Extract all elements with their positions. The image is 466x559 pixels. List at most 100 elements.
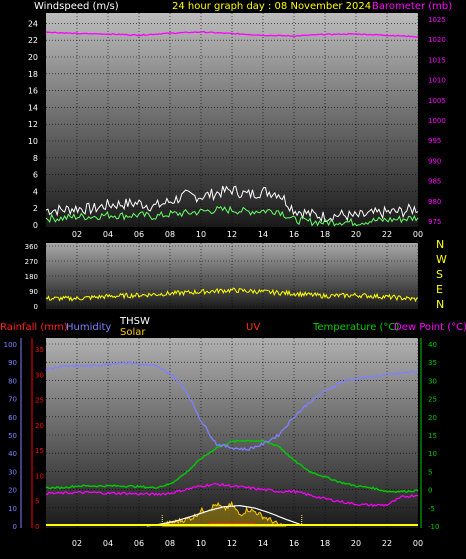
hour-tick-label: 20	[351, 230, 361, 239]
temperature-tick-label: 25	[428, 396, 437, 404]
rainfall-axis-ticks: 0 5 10 15 20 25 30 35	[31, 338, 44, 531]
hour-tick-label: 00	[413, 230, 423, 239]
rainfall-tick-label: 20	[35, 422, 44, 430]
windspeed-tick-label: 0	[33, 221, 38, 230]
hour-tick-label: 08	[165, 230, 175, 239]
humidity-tick-label: 0	[13, 523, 17, 531]
barometer-tick-label: 975	[428, 218, 441, 226]
windspeed-tick-label: 16	[28, 87, 38, 96]
humidity-axis-title: Humidity	[66, 322, 111, 333]
barometer-tick-label: 1000	[428, 117, 446, 125]
temperature-tick-label: 20	[428, 414, 437, 422]
rainfall-tick-label: 0	[35, 523, 39, 531]
rainfall-tick-label: 30	[35, 371, 44, 379]
compass-label: N	[436, 238, 444, 251]
direction-tick-label: 90	[29, 288, 38, 296]
solar-legend: Solar	[120, 327, 146, 338]
rainfall-tick-label: 5	[35, 498, 39, 506]
temperature-tick-label: -10	[428, 523, 439, 531]
hour-tick-label: 04	[103, 230, 113, 239]
humidity-tick-label: 100	[4, 341, 17, 349]
weather-graph-image: 0 2 4 6 8 10 12 14 16 18 20 22 24 975 980 985 990 995 100…	[0, 0, 466, 555]
humidity-tick-label: 80	[8, 377, 17, 385]
hour-tick-label: 10	[196, 539, 206, 548]
barometer-tick-label: 990	[428, 157, 441, 165]
barometer-tick-label: 995	[428, 137, 441, 145]
barometer-tick-label: 980	[428, 198, 441, 206]
hour-tick-label: 02	[72, 230, 82, 239]
weather-charts: 024681012141618202224 975980985990995100…	[0, 1, 466, 548]
temperature-tick-label: 10	[428, 450, 437, 458]
hour-tick-label: 12	[227, 230, 237, 239]
hour-tick-label: 22	[382, 230, 392, 239]
direction-tick-label: 0	[34, 303, 38, 311]
barometer-tick-label: 1025	[428, 16, 446, 24]
temperature-tick-label: 40	[428, 341, 437, 349]
hour-axis-ticks-bottom: 02 04 06 08 10 12 14 16 18 20 22 00	[72, 539, 423, 548]
temperature-axis-ticks: -10 -5 0 5 10 15 20 25 30 35 40	[420, 338, 439, 531]
hour-tick-label: 20	[351, 539, 361, 548]
thsw-legend: THSW	[119, 316, 150, 327]
humidity-tick-label: 20	[8, 487, 17, 495]
barometer-axis-ticks: 975 980 985 990 995 1000 1005 1010 1015 1020 1025	[428, 16, 446, 226]
windspeed-axis-ticks: 024681012141618202224	[28, 19, 38, 230]
windspeed-tick-label: 2	[33, 204, 38, 213]
temperature-tick-label: 30	[428, 377, 437, 385]
humidity-tick-label: 60	[8, 414, 17, 422]
humidity-tick-label: 10	[8, 505, 17, 513]
hour-tick-label: 14	[258, 539, 268, 548]
humidity-tick-label: 70	[8, 396, 17, 404]
hour-tick-label: 00	[413, 539, 423, 548]
hour-tick-label: 18	[320, 539, 330, 548]
windspeed-tick-label: 10	[28, 137, 38, 146]
barometer-tick-label: 1015	[428, 56, 446, 64]
windspeed-tick-label: 14	[28, 103, 38, 112]
compass-labels: NWSEN	[436, 238, 447, 311]
barometer-tick-label: 1020	[428, 36, 446, 44]
temperature-tick-label: 5	[428, 468, 432, 476]
hour-tick-label: 22	[382, 539, 392, 548]
hour-tick-label: 16	[289, 539, 299, 548]
compass-label: W	[436, 253, 447, 266]
hour-axis-ticks-top: 02 04 06 08 10 12 14 16 18 20 22 00	[72, 230, 423, 239]
windspeed-tick-label: 8	[33, 154, 38, 163]
humidity-tick-label: 50	[8, 432, 17, 440]
temperature-tick-label: 35	[428, 359, 437, 367]
humidity-axis-ticks: 0 10 20 30 40 50 60 70 80 90 100	[4, 338, 22, 531]
direction-tick-label: 360	[25, 243, 38, 251]
rainfall-tick-label: 15	[35, 447, 44, 455]
windspeed-tick-label: 18	[28, 70, 38, 79]
windspeed-tick-label: 20	[28, 53, 38, 62]
direction-axis-ticks: 0 90 180 270 360	[25, 243, 38, 311]
temperature-tick-label: 0	[428, 487, 432, 495]
compass-label: E	[436, 283, 443, 296]
windspeed-tick-label: 24	[28, 19, 38, 28]
rainfall-axis-title: Rainfall (mm)	[0, 322, 68, 333]
temperature-tick-label: 15	[428, 432, 437, 440]
dew-point-axis-title: Dew Point (°C)	[394, 322, 466, 333]
rainfall-tick-label: 25	[35, 397, 44, 405]
humidity-tick-label: 30	[8, 468, 17, 476]
windspeed-tick-label: 22	[28, 36, 38, 45]
hour-tick-label: 10	[196, 230, 206, 239]
hour-tick-label: 02	[72, 539, 82, 548]
windspeed-tick-label: 12	[28, 120, 38, 129]
temperature-tick-label: -5	[428, 505, 435, 513]
hour-tick-label: 12	[227, 539, 237, 548]
humidity-tick-label: 90	[8, 359, 17, 367]
hour-tick-label: 08	[165, 539, 175, 548]
chart-title: 24 hour graph day : 08 November 2024	[172, 1, 371, 12]
hour-tick-label: 14	[258, 230, 268, 239]
barometer-tick-label: 1005	[428, 97, 446, 105]
temperature-axis-title: Temperature (°C)	[312, 322, 399, 333]
hour-tick-label: 18	[320, 230, 330, 239]
rainfall-tick-label: 10	[35, 472, 44, 480]
hour-tick-label: 06	[134, 230, 144, 239]
compass-label: N	[436, 298, 444, 311]
compass-label: S	[436, 268, 443, 281]
barometer-tick-label: 1010	[428, 77, 446, 85]
hour-tick-label: 04	[103, 539, 113, 548]
direction-tick-label: 270	[25, 258, 38, 266]
barometer-axis-title: Barometer (mb)	[372, 1, 452, 12]
barometer-tick-label: 985	[428, 178, 441, 186]
